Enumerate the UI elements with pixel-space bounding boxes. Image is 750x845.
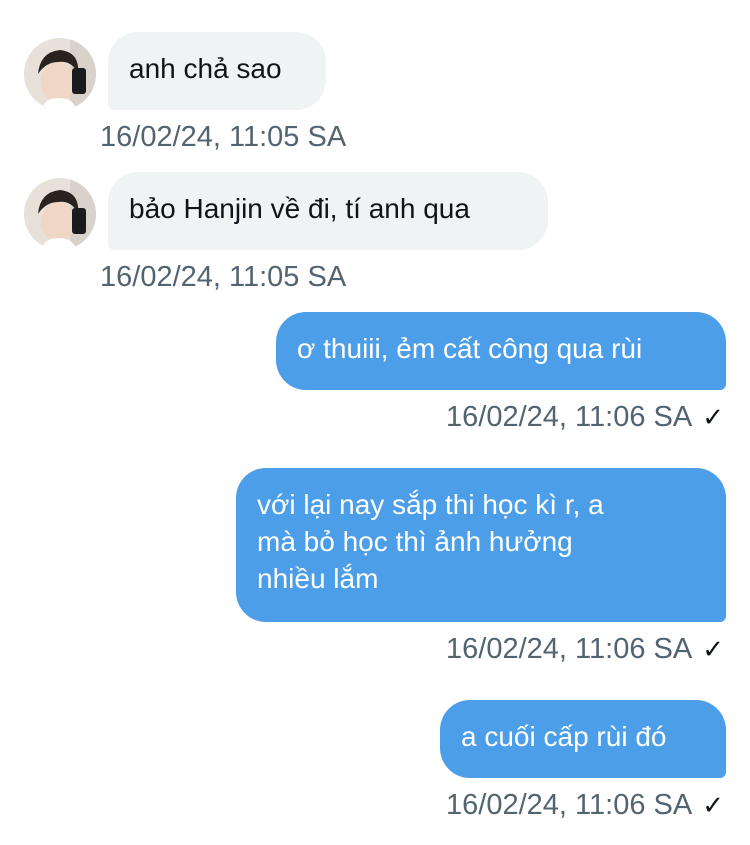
check-icon: ✓ xyxy=(702,402,724,432)
message-timestamp: 16/02/24, 11:05 SA xyxy=(100,121,347,153)
message-bubble-incoming[interactable]: bảo Hanjin về đi, tí anh qua xyxy=(108,172,548,250)
message-status: 16/02/24, 11:06 SA ✓ xyxy=(446,400,724,434)
check-icon: ✓ xyxy=(702,634,724,664)
sender-avatar[interactable] xyxy=(24,178,96,250)
avatar-photo xyxy=(24,38,96,110)
message-timestamp: 16/02/24, 11:05 SA xyxy=(100,261,347,293)
message-bubble-incoming[interactable]: anh chả sao xyxy=(108,32,326,110)
avatar-photo xyxy=(24,178,96,250)
message-status: 16/02/24, 11:06 SA ✓ xyxy=(446,788,724,822)
message-bubble-outgoing[interactable]: a cuối cấp rùi đó xyxy=(440,700,726,778)
sender-avatar[interactable] xyxy=(24,38,96,110)
message-status: 16/02/24, 11:06 SA ✓ xyxy=(446,632,724,666)
message-bubble-outgoing[interactable]: ơ thuiii, ẻm cất công qua rùi xyxy=(276,312,726,390)
message-bubble-outgoing[interactable]: với lại nay sắp thi học kì r, a mà bỏ họ… xyxy=(236,468,726,622)
message-timestamp: 16/02/24, 11:06 SA xyxy=(446,633,693,665)
check-icon: ✓ xyxy=(702,790,724,820)
message-timestamp: 16/02/24, 11:06 SA xyxy=(446,401,693,433)
message-timestamp: 16/02/24, 11:06 SA xyxy=(446,789,693,821)
